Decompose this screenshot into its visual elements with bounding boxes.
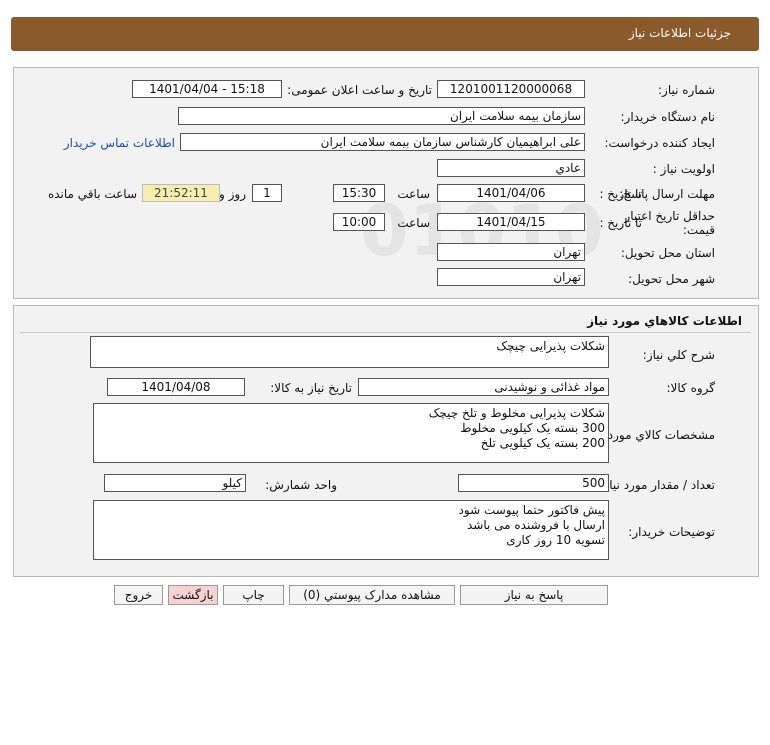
province-label: استان محل تحویل: xyxy=(620,246,715,260)
attachments-button[interactable]: مشاهده مدارک پیوستي (0) xyxy=(289,585,455,605)
need-date-field: 1401/04/08 xyxy=(107,378,245,396)
validity-time-field: 10:00 xyxy=(333,213,385,231)
general-desc-label: شرح کلي نیاز: xyxy=(642,348,715,362)
note-line: تسویه 10 روز کاری xyxy=(506,533,605,547)
section-divider xyxy=(20,332,750,333)
unit-label: واحد شمارش: xyxy=(265,478,337,492)
need-number-field: 1201001120000068 xyxy=(437,80,585,98)
buyer-contact-link[interactable]: اطلاعات تماس خریدار xyxy=(64,136,175,150)
remaining-label: ساعت باقي مانده xyxy=(47,187,137,201)
goods-section-title: اطلاعات کالاهاي مورد نیاز xyxy=(587,314,742,328)
announce-label: تاریخ و ساعت اعلان عمومی: xyxy=(287,83,432,97)
buyer-notes-label: توضیحات خریدار: xyxy=(628,525,715,539)
validity-date-field: 1401/04/15 xyxy=(437,213,585,231)
quantity-label: تعداد / مقدار مورد نیاز: xyxy=(599,478,715,492)
page-header: جزئیات اطلاعات نیاز xyxy=(11,17,759,51)
unit-field: کیلو xyxy=(104,474,246,492)
buyer-org-label: نام دستگاه خریدار: xyxy=(620,110,716,124)
back-button[interactable]: بازگشت xyxy=(168,585,218,605)
deadline-time-label: ساعت xyxy=(397,187,430,201)
need-date-label: تاریخ نیاز به کالا: xyxy=(270,381,352,395)
deadline-date-field: 1401/04/06 xyxy=(437,184,585,202)
announce-field: 1401/04/04 - 15:18 xyxy=(132,80,282,98)
need-number-label: شماره نیاز: xyxy=(658,83,715,97)
reply-button[interactable]: پاسخ به نیاز xyxy=(460,585,608,605)
note-line: پیش فاکتور حتما پیوست شود xyxy=(458,503,605,517)
validity-to-date-label: تا تاریخ : xyxy=(599,216,642,230)
spec-line: 300 بسته یک کیلویی مخلوط xyxy=(460,421,605,435)
province-field: تهران xyxy=(437,243,585,261)
buyer-org-field: سازمان بیمه سلامت ایران xyxy=(178,107,585,125)
note-line: ارسال با فروشنده می باشد xyxy=(466,518,605,532)
days-label: روز و xyxy=(219,187,246,201)
print-button[interactable]: چاپ xyxy=(223,585,284,605)
validity-label-2: قیمت: xyxy=(682,223,715,237)
validity-time-label: ساعت xyxy=(397,216,430,230)
spec-line: شکلات پذیرایی مخلوط و تلخ چیچک xyxy=(428,406,605,420)
city-label: شهر محل تحویل: xyxy=(628,272,715,286)
goods-specs-field: شکلات پذیرایی مخلوط و تلخ چیچک 300 بسته … xyxy=(93,403,609,463)
priority-field: عادي xyxy=(437,159,585,177)
page-title: جزئیات اطلاعات نیاز xyxy=(628,26,731,40)
remaining-days-field: 1 xyxy=(252,184,282,202)
deadline-to-date-label: تا تاریخ : xyxy=(599,187,642,201)
creator-field: علی ابراهیمیان کارشناس سازمان بیمه سلامت… xyxy=(180,133,585,151)
spec-line: 200 بسته یک کیلویی تلخ xyxy=(480,436,605,450)
goods-group-label: گروه کالا: xyxy=(666,381,716,395)
remaining-time-field: 21:52:11 xyxy=(142,184,220,202)
buyer-notes-field: پیش فاکتور حتما پیوست شود ارسال با فروشن… xyxy=(93,500,609,560)
priority-label: اولویت نیاز : xyxy=(652,162,715,176)
request-info-panel xyxy=(13,67,759,299)
creator-label: ایجاد کننده درخواست: xyxy=(604,136,715,150)
general-desc-field: شکلات پذیرایی چیچک xyxy=(90,336,609,368)
city-field: تهران xyxy=(437,268,585,286)
quantity-field: 500 xyxy=(458,474,609,492)
deadline-time-field: 15:30 xyxy=(333,184,385,202)
exit-button[interactable]: خروج xyxy=(114,585,163,605)
goods-group-field: مواد غذائی و نوشیدنی xyxy=(358,378,609,396)
